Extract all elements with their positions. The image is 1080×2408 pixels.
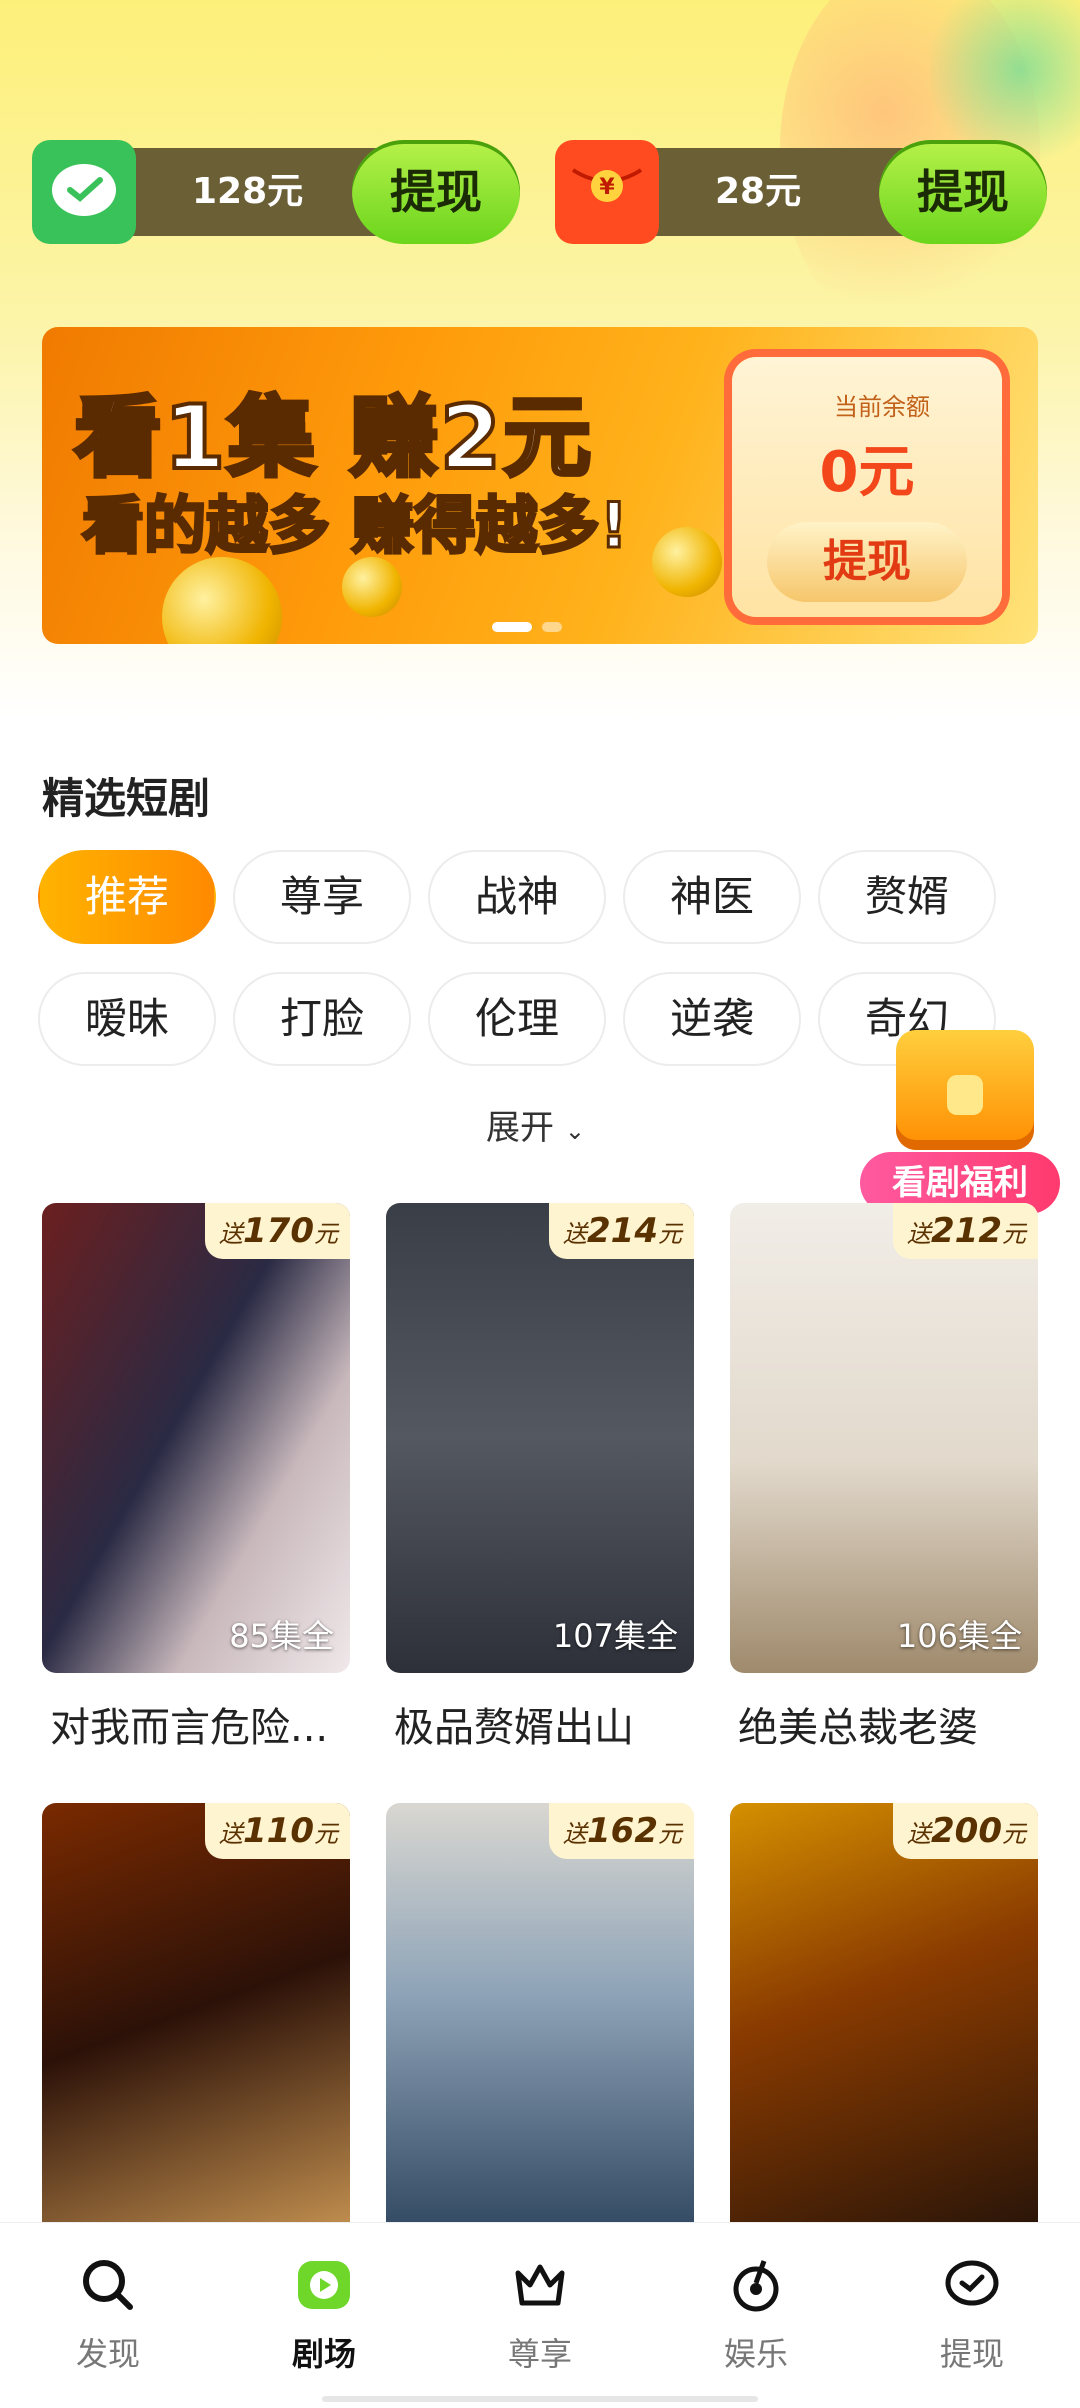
redpacket-withdraw-button[interactable]: 提现 [879, 140, 1047, 244]
balance-card: 当前余额 0元 提现 [732, 357, 1002, 617]
expand-toggle[interactable]: 展开 ⌄ [486, 1100, 585, 1149]
nav-label: 发现 [75, 2335, 140, 2373]
reward-badge: 送110元 [205, 1803, 350, 1859]
play-icon [298, 2261, 350, 2309]
reward-badge: 送214元 [549, 1203, 694, 1259]
home-indicator [322, 2396, 758, 2402]
music-icon [733, 2260, 779, 2312]
chip-ethics[interactable]: 伦理 [428, 972, 606, 1066]
nav-label: 尊享 [507, 2335, 572, 2373]
nav-discover[interactable]: 发现 [38, 2253, 178, 2375]
episode-count: 107集全 [552, 1617, 678, 1655]
search-icon [83, 2260, 133, 2310]
drama-poster: 送200元 [730, 1803, 1038, 2273]
drama-poster: 送162元 [386, 1803, 694, 2273]
crown-icon [515, 2264, 565, 2306]
chip-son-in-law[interactable]: 赘婿 [818, 850, 996, 944]
drama-title: 极品赘婿出山 [394, 1705, 634, 1751]
nav-vip[interactable]: 尊享 [470, 2253, 610, 2375]
balance-value: 0元 [819, 440, 915, 505]
drama-title: 绝美总裁老婆 [738, 1705, 978, 1751]
nav-label: 剧场 [291, 2335, 356, 2373]
coin-decoration [652, 527, 722, 597]
chip-war-god[interactable]: 战神 [428, 850, 606, 944]
drama-poster: 送170元 85集全 [42, 1203, 350, 1673]
bottom-navigation: 发现 剧场 尊享 娱乐 提现 [0, 2223, 1080, 2408]
carousel-dot-active [492, 622, 532, 632]
expand-label: 展开 [486, 1108, 554, 1148]
wechat-balance-pill: 128元 提现 [32, 140, 520, 244]
chip-face-slap[interactable]: 打脸 [233, 972, 411, 1066]
redpacket-balance-amount: 28元 [715, 171, 802, 212]
chip-recommend[interactable]: 推荐 [38, 850, 216, 944]
nav-withdraw[interactable]: 提现 [902, 2253, 1042, 2375]
banner-subheadline: 看的越多 赚得越多! [81, 488, 630, 564]
carousel-indicator [492, 617, 572, 636]
lock-icon [947, 1075, 983, 1115]
chip-vip[interactable]: 尊享 [233, 850, 411, 944]
section-title: 精选短剧 [42, 774, 211, 823]
reward-badge: 送170元 [205, 1203, 350, 1259]
nav-theater[interactable]: 剧场 [254, 2253, 394, 2375]
nav-label: 提现 [939, 2335, 1004, 2373]
reward-badge: 送212元 [893, 1203, 1038, 1259]
nav-label: 娱乐 [723, 2335, 788, 2373]
chat-check-icon [945, 2260, 999, 2306]
chevron-down-icon: ⌄ [564, 1117, 585, 1145]
carousel-dot [542, 622, 562, 632]
episode-count: 85集全 [229, 1617, 334, 1655]
banner-withdraw-button[interactable]: 提现 [767, 522, 967, 602]
nav-entertainment[interactable]: 娱乐 [686, 2253, 826, 2375]
reward-badge: 送162元 [549, 1803, 694, 1859]
wechat-balance-amount: 128元 [192, 171, 304, 212]
red-packet-icon: ¥ [555, 140, 659, 244]
drama-title: 对我而言危险... [50, 1705, 329, 1751]
coin-decoration [342, 557, 402, 617]
treasure-chest-widget[interactable]: 看剧福利 [860, 1020, 1060, 1220]
reward-badge: 送200元 [893, 1803, 1038, 1859]
drama-poster: 送110元 [42, 1803, 350, 2273]
drama-poster: 送214元 107集全 [386, 1203, 694, 1673]
wechat-withdraw-button[interactable]: 提现 [352, 140, 520, 244]
drama-poster: 送212元 106集全 [730, 1203, 1038, 1673]
episode-count: 106集全 [896, 1617, 1022, 1655]
redpacket-balance-pill: ¥ 28元 提现 [555, 140, 1047, 244]
coin-decoration [162, 557, 282, 644]
chip-doctor[interactable]: 神医 [623, 850, 801, 944]
balance-label: 当前余额 [834, 393, 930, 421]
promo-banner[interactable]: 看1集 赚2元 看的越多 赚得越多! 当前余额 0元 提现 [42, 327, 1038, 644]
chip-comeback[interactable]: 逆袭 [623, 972, 801, 1066]
yen-glyph: ¥ [599, 175, 615, 200]
chip-ambiguous[interactable]: 暧昧 [38, 972, 216, 1066]
wechat-icon [32, 140, 136, 244]
